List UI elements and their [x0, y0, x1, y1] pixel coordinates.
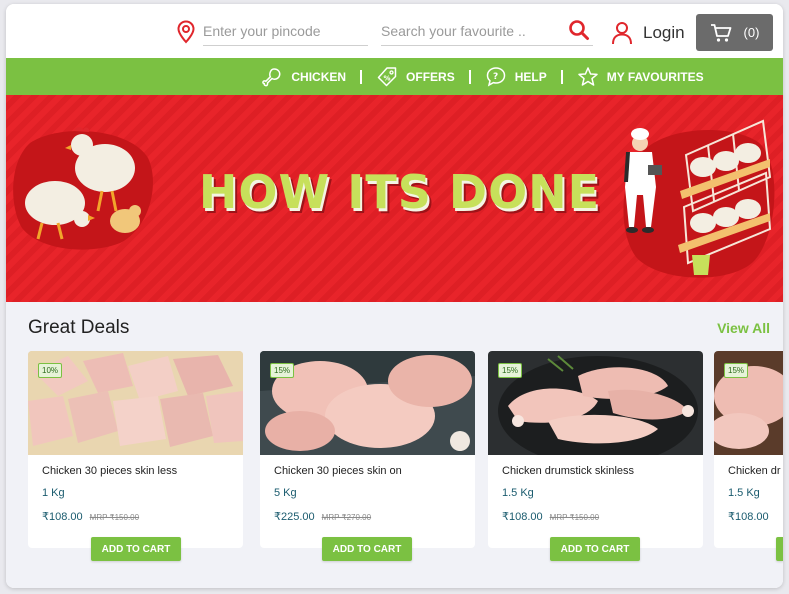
product-name[interactable]: Chicken drumstick skinless: [502, 465, 634, 477]
product-mrp: MRP ₹150.00: [89, 513, 140, 522]
search-icon[interactable]: [568, 19, 590, 41]
product-quantity: 1.5 Kg: [502, 487, 534, 499]
svg-text:?: ?: [493, 72, 498, 82]
product-price: ₹108.00: [502, 511, 543, 523]
great-deals-section: Great Deals View All 10% Chicken 30 piec…: [6, 302, 783, 588]
cart-icon: [710, 23, 731, 42]
product-quantity: 1 Kg: [42, 487, 65, 499]
app-window: Login (0) CHICKEN: [6, 4, 783, 588]
farmer-coop-illustration: [623, 119, 775, 278]
add-to-cart-button[interactable]: [776, 537, 783, 561]
section-title: Great Deals: [28, 317, 130, 338]
price-row: ₹108.00: [728, 510, 769, 523]
discount-badge: 15%: [498, 363, 523, 378]
product-mrp: MRP ₹150.00: [549, 513, 600, 522]
cart-button[interactable]: (0): [696, 14, 773, 51]
help-chat-icon: ?: [486, 66, 505, 86]
chicken-leg-icon: [262, 67, 281, 86]
product-name[interactable]: Chicken dr: [728, 465, 781, 477]
product-card[interactable]: 15% Chicken drumstick skinless 1.5 Kg ₹1…: [488, 351, 703, 548]
price-row: ₹108.00 MRP ₹150.00: [502, 510, 599, 523]
product-price: ₹225.00: [274, 511, 315, 523]
svg-text:%: %: [384, 74, 391, 82]
view-all-link[interactable]: View All: [717, 320, 770, 336]
price-row: ₹108.00 MRP ₹150.00: [42, 510, 139, 523]
nav-item-label: HELP: [514, 69, 547, 84]
user-icon: [612, 22, 632, 45]
star-icon: [577, 66, 598, 86]
product-price: ₹108.00: [728, 511, 769, 523]
location-pin-icon: [177, 20, 195, 44]
main-nav: CHICKEN % OFFERS ? HELP MY FAVOURITES: [6, 58, 783, 95]
header: Login (0): [6, 4, 783, 58]
nav-item-favourites[interactable]: MY FAVOURITES: [577, 66, 704, 88]
add-to-cart-button[interactable]: ADD TO CART: [550, 537, 640, 561]
discount-badge: 15%: [724, 363, 749, 378]
search-input[interactable]: [381, 16, 593, 46]
nav-item-chicken[interactable]: CHICKEN: [261, 66, 346, 88]
offer-tag-icon: %: [377, 66, 397, 86]
hero-banner[interactable]: HOW ITS DONE: [6, 95, 783, 302]
product-quantity: 1.5 Kg: [728, 487, 760, 499]
pincode-input[interactable]: [203, 16, 368, 46]
nav-item-offers[interactable]: % OFFERS: [376, 66, 455, 88]
product-card[interactable]: 15% Chicken dr 1.5 Kg ₹108.00: [714, 351, 783, 548]
nav-item-help[interactable]: ? HELP: [485, 66, 547, 88]
product-mrp: MRP ₹270.00: [321, 513, 372, 522]
nav-item-label: OFFERS: [406, 69, 455, 84]
cart-count: (0): [743, 25, 760, 40]
discount-badge: 10%: [38, 363, 63, 378]
price-row: ₹225.00 MRP ₹270.00: [274, 510, 371, 523]
product-name[interactable]: Chicken 30 pieces skin on: [274, 465, 402, 477]
nav-divider: [360, 69, 363, 84]
nav-divider: [560, 69, 563, 84]
login-button[interactable]: Login: [611, 21, 685, 45]
product-name[interactable]: Chicken 30 pieces skin less: [42, 465, 177, 477]
product-card[interactable]: 10% Chicken 30 pieces skin less 1 Kg ₹10…: [28, 351, 243, 548]
product-price: ₹108.00: [42, 511, 83, 523]
add-to-cart-button[interactable]: ADD TO CART: [322, 537, 412, 561]
product-quantity: 5 Kg: [274, 487, 297, 499]
login-label: Login: [643, 23, 685, 42]
nav-item-label: CHICKEN: [291, 69, 347, 84]
nav-divider: [468, 69, 471, 84]
discount-badge: 15%: [270, 363, 295, 378]
add-to-cart-button[interactable]: ADD TO CART: [91, 537, 181, 561]
product-card[interactable]: 15% Chicken 30 pieces skin on 5 Kg ₹225.…: [260, 351, 475, 548]
nav-item-label: MY FAVOURITES: [606, 69, 704, 84]
